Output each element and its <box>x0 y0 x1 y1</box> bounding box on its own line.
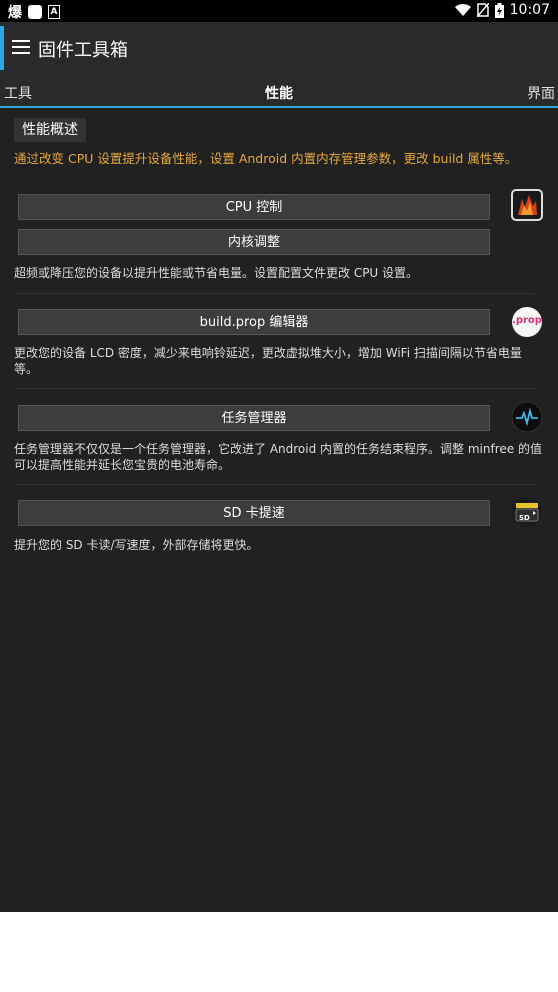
app-screen: 爆 A 10:07 固件工具箱 工具 性能 界面 性能概述 通过改变 CPU 设… <box>0 0 558 912</box>
tab-tools[interactable]: 工具 <box>4 83 32 103</box>
battery-icon <box>494 2 504 18</box>
build-prop-description: 更改您的设备 LCD 密度，减少来电响铃延迟，更改虚拟堆大小，增加 WiFi 扫… <box>14 346 522 376</box>
section-intro: 通过改变 CPU 设置提升设备性能，设置 Android 内置内存管理参数，更改… <box>14 151 518 166</box>
build-prop-editor-button[interactable]: build.prop 编辑器 <box>18 309 490 335</box>
app-title: 固件工具箱 <box>38 40 128 61</box>
cpu-control-button[interactable]: CPU 控制 <box>18 194 490 220</box>
cpu-description: 超频或降压您的设备以提升性能或节省电量。设置配置文件更改 CPU 设置。 <box>14 266 419 280</box>
task-manager-description: 任务管理器不仅仅是一个任务管理器，它改进了 Android 内置的任务结束程序。… <box>14 442 542 472</box>
sd-card-boost-button[interactable]: SD 卡提速 <box>18 500 490 526</box>
tab-interface[interactable]: 界面 <box>527 83 555 103</box>
app-notification-icon: A <box>48 5 60 19</box>
prop-icon[interactable]: .prop <box>511 306 543 338</box>
section-title: 性能概述 <box>14 118 86 142</box>
menu-icon[interactable] <box>12 40 30 54</box>
tab-bar: 工具 性能 界面 <box>0 72 558 108</box>
prop-icon-text: .prop <box>512 315 542 326</box>
divider <box>14 484 534 485</box>
sd-card-description: 提升您的 SD 卡读/写速度，外部存储将更快。 <box>14 538 259 552</box>
pulse-icon[interactable] <box>511 401 543 433</box>
kernel-tweak-button[interactable]: 内核调整 <box>18 229 490 255</box>
notification-icon <box>28 5 42 19</box>
sd-card-icon-text: SD <box>519 514 530 522</box>
sd-card-icon[interactable]: SD <box>511 496 543 528</box>
app-bar: 固件工具箱 <box>0 22 558 72</box>
no-sim-icon <box>476 3 489 17</box>
clock: 10:07 <box>509 2 550 18</box>
drawer-edge-indicator[interactable] <box>0 26 4 70</box>
notification-glyph: 爆 <box>8 5 22 21</box>
cpu-icon[interactable] <box>511 189 543 221</box>
tab-performance[interactable]: 性能 <box>265 83 293 103</box>
status-bar: 爆 A 10:07 <box>0 0 558 22</box>
tab-indicator <box>0 106 558 108</box>
wifi-icon <box>454 3 471 16</box>
divider <box>14 293 534 294</box>
divider <box>14 388 534 389</box>
task-manager-button[interactable]: 任务管理器 <box>18 405 490 431</box>
